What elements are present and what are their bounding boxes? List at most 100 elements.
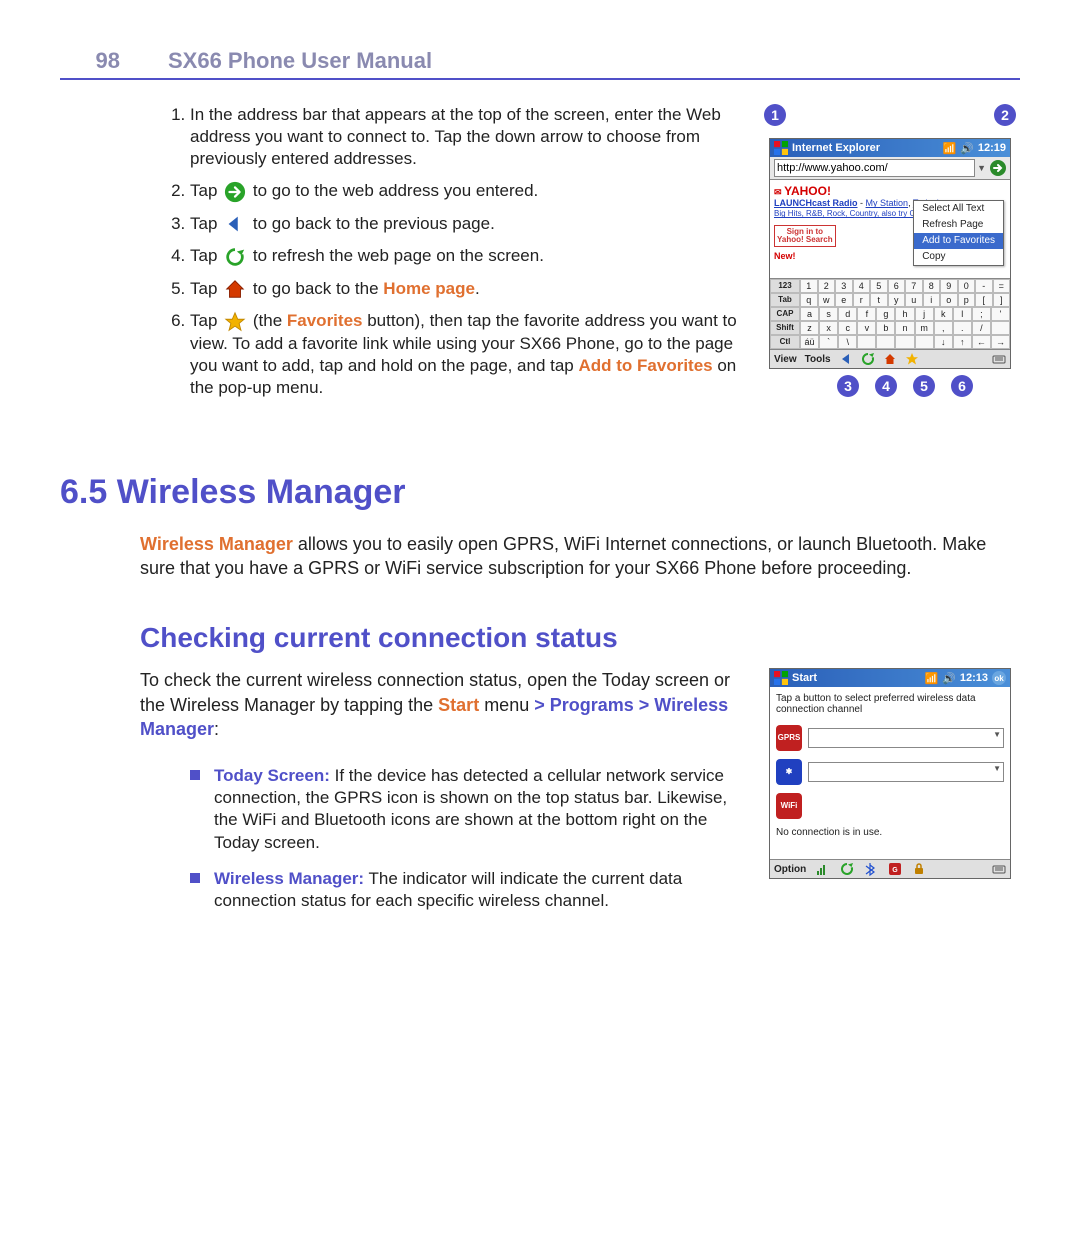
- go-button-icon[interactable]: [990, 160, 1006, 176]
- footer-signal-icon[interactable]: [816, 862, 830, 876]
- kbd-key[interactable]: 123: [770, 279, 800, 293]
- kbd-key[interactable]: 9: [940, 279, 958, 293]
- kbd-key[interactable]: b: [876, 321, 895, 335]
- kbd-key[interactable]: ]: [993, 293, 1011, 307]
- kbd-key[interactable]: z: [800, 321, 819, 335]
- kbd-key[interactable]: 6: [888, 279, 906, 293]
- kbd-key[interactable]: y: [888, 293, 906, 307]
- kbd-key[interactable]: 8: [923, 279, 941, 293]
- channel-row-wifi: WiFi: [776, 793, 1004, 819]
- kbd-key[interactable]: l: [953, 307, 972, 321]
- kbd-key[interactable]: [: [975, 293, 993, 307]
- kbd-key[interactable]: f: [857, 307, 876, 321]
- section-heading: 6.5 Wireless Manager: [60, 473, 1020, 512]
- kbd-key[interactable]: =: [993, 279, 1011, 293]
- footer-keyboard-icon[interactable]: [992, 862, 1006, 876]
- kbd-key[interactable]: [991, 321, 1010, 335]
- footer-gprs-icon[interactable]: G: [888, 862, 902, 876]
- kbd-key[interactable]: x: [819, 321, 838, 335]
- kbd-key[interactable]: i: [923, 293, 941, 307]
- footer-refresh-icon[interactable]: [840, 862, 854, 876]
- kbd-key[interactable]: u: [905, 293, 923, 307]
- kbd-key[interactable]: Shift: [770, 321, 800, 335]
- ctx-add-favorites[interactable]: Add to Favorites: [914, 233, 1003, 249]
- gprs-select[interactable]: [808, 728, 1004, 748]
- kbd-key[interactable]: m: [915, 321, 934, 335]
- toolbar-back-icon[interactable]: [839, 352, 853, 366]
- kbd-key[interactable]: r: [853, 293, 871, 307]
- toolbar-favorites-icon[interactable]: [905, 352, 919, 366]
- kbd-key[interactable]: 5: [870, 279, 888, 293]
- kbd-key[interactable]: ;: [972, 307, 991, 321]
- instruction-item: Tap (the Favorites button), then tap the…: [190, 310, 742, 399]
- kbd-key[interactable]: Tab: [770, 293, 800, 307]
- ctx-copy[interactable]: Copy: [914, 249, 1003, 265]
- kbd-key[interactable]: 3: [835, 279, 853, 293]
- kbd-key[interactable]: ,: [934, 321, 953, 335]
- kbd-key[interactable]: -: [975, 279, 993, 293]
- kbd-key[interactable]: g: [876, 307, 895, 321]
- footer-bluetooth-icon[interactable]: [864, 862, 878, 876]
- kbd-key[interactable]: ↓: [934, 335, 953, 349]
- kbd-key[interactable]: c: [838, 321, 857, 335]
- kbd-key[interactable]: s: [819, 307, 838, 321]
- kbd-key[interactable]: 7: [905, 279, 923, 293]
- kbd-key[interactable]: p: [958, 293, 976, 307]
- gprs-icon[interactable]: GPRS: [776, 725, 802, 751]
- option-menu[interactable]: Option: [774, 864, 806, 875]
- kbd-key[interactable]: n: [895, 321, 914, 335]
- kbd-key[interactable]: q: [800, 293, 818, 307]
- dropdown-icon[interactable]: ▼: [975, 163, 988, 173]
- kbd-key[interactable]: h: [895, 307, 914, 321]
- kbd-key[interactable]: [915, 335, 934, 349]
- kbd-key[interactable]: ': [991, 307, 1010, 321]
- toolbar-refresh-icon[interactable]: [861, 352, 875, 366]
- toolbar-keyboard-icon[interactable]: [992, 352, 1006, 366]
- kbd-key[interactable]: o: [940, 293, 958, 307]
- kbd-key[interactable]: [895, 335, 914, 349]
- kbd-key[interactable]: \: [838, 335, 857, 349]
- bullet-list: Today Screen: If the device has detected…: [190, 765, 742, 912]
- kbd-key[interactable]: Ctl: [770, 335, 800, 349]
- kbd-key[interactable]: d: [838, 307, 857, 321]
- kbd-key[interactable]: ←: [972, 335, 991, 349]
- url-input[interactable]: [774, 159, 975, 177]
- kbd-key[interactable]: [876, 335, 895, 349]
- kbd-key[interactable]: w: [818, 293, 836, 307]
- kbd-key[interactable]: →: [991, 335, 1010, 349]
- kbd-key[interactable]: .: [953, 321, 972, 335]
- soft-keyboard: 1231234567890-= Tabqwertyuiop[] CAPasdfg…: [770, 278, 1010, 349]
- footer-lock-icon[interactable]: [912, 862, 926, 876]
- kbd-key[interactable]: k: [934, 307, 953, 321]
- kbd-key[interactable]: e: [835, 293, 853, 307]
- kbd-key[interactable]: `: [819, 335, 838, 349]
- my-station-link: My Station: [866, 198, 909, 208]
- kbd-row: Shiftzxcvbnm,./: [770, 321, 1010, 335]
- kbd-key[interactable]: áü: [800, 335, 819, 349]
- kbd-key[interactable]: j: [915, 307, 934, 321]
- back-arrow-icon: [224, 213, 246, 235]
- kbd-key[interactable]: [857, 335, 876, 349]
- kbd-key[interactable]: a: [800, 307, 819, 321]
- view-menu[interactable]: View: [774, 354, 797, 365]
- window-title: Start: [792, 672, 817, 684]
- kbd-key[interactable]: /: [972, 321, 991, 335]
- kbd-key[interactable]: 4: [853, 279, 871, 293]
- ok-button-icon[interactable]: ok: [992, 671, 1006, 685]
- kbd-key[interactable]: t: [870, 293, 888, 307]
- bluetooth-select[interactable]: [808, 762, 1004, 782]
- ctx-refresh[interactable]: Refresh Page: [914, 217, 1003, 233]
- toolbar-home-icon[interactable]: [883, 352, 897, 366]
- kbd-key[interactable]: 1: [800, 279, 818, 293]
- instruction-item: Tap to go to the web address you entered…: [190, 180, 742, 203]
- speaker-icon: 🔊: [942, 672, 956, 685]
- bluetooth-icon[interactable]: ✱: [776, 759, 802, 785]
- wifi-icon[interactable]: WiFi: [776, 793, 802, 819]
- tools-menu[interactable]: Tools: [805, 354, 831, 365]
- kbd-key[interactable]: v: [857, 321, 876, 335]
- kbd-key[interactable]: 2: [818, 279, 836, 293]
- ctx-select-all[interactable]: Select All Text: [914, 201, 1003, 217]
- kbd-key[interactable]: 0: [958, 279, 976, 293]
- kbd-key[interactable]: CAP: [770, 307, 800, 321]
- kbd-key[interactable]: ↑: [953, 335, 972, 349]
